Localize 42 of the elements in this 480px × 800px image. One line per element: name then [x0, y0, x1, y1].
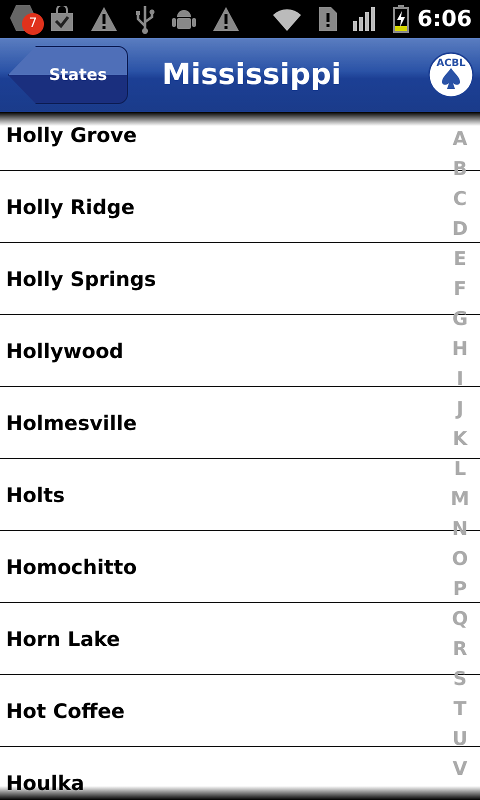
- list-item[interactable]: Holly Springs: [6, 264, 156, 294]
- index-letter[interactable]: S: [453, 664, 467, 694]
- index-letter[interactable]: V: [452, 754, 468, 784]
- index-letter[interactable]: Q: [452, 604, 468, 634]
- index-letter[interactable]: O: [452, 544, 468, 574]
- index-letter[interactable]: C: [453, 184, 467, 214]
- index-letter[interactable]: K: [452, 424, 468, 454]
- logo: ACBL: [428, 52, 474, 98]
- index-letter[interactable]: T: [454, 694, 466, 724]
- index-letter[interactable]: P: [453, 574, 467, 604]
- back-button[interactable]: States: [8, 46, 128, 104]
- battery-icon: [393, 5, 410, 33]
- shopping-bag-icon: [50, 6, 74, 32]
- list-item[interactable]: Horn Lake: [6, 624, 120, 654]
- index-letter[interactable]: D: [452, 214, 468, 244]
- index-letter[interactable]: H: [452, 334, 468, 364]
- list-item[interactable]: Holly Grove: [6, 120, 137, 150]
- notification-count: 7: [22, 13, 44, 35]
- index-letter[interactable]: I: [456, 364, 464, 394]
- index-letter[interactable]: F: [454, 274, 466, 304]
- clock: 6:06: [417, 6, 472, 34]
- warning-icon: [212, 6, 240, 32]
- signal-icon: [353, 7, 378, 31]
- index-letter[interactable]: U: [452, 724, 468, 754]
- list-item[interactable]: Holly Ridge: [6, 192, 135, 222]
- index-letter[interactable]: R: [452, 634, 468, 664]
- list-item[interactable]: Hot Coffee: [6, 696, 125, 726]
- list-item[interactable]: Houlka: [6, 768, 84, 798]
- list-item[interactable]: Holts: [6, 480, 65, 510]
- usb-icon: [134, 4, 156, 34]
- sim-card-icon: [319, 7, 338, 31]
- list-item[interactable]: Holmesville: [6, 408, 137, 438]
- page-title: Mississippi: [162, 56, 342, 94]
- index-letter[interactable]: M: [450, 484, 470, 514]
- index-letter[interactable]: L: [454, 454, 466, 484]
- warning-icon: [90, 6, 118, 32]
- index-letter[interactable]: E: [454, 244, 466, 274]
- index-letter[interactable]: J: [456, 394, 464, 424]
- list-item[interactable]: Hollywood: [6, 336, 124, 366]
- index-letter[interactable]: G: [452, 304, 468, 334]
- index-letter[interactable]: A: [452, 124, 468, 154]
- list-item[interactable]: Homochitto: [6, 552, 137, 582]
